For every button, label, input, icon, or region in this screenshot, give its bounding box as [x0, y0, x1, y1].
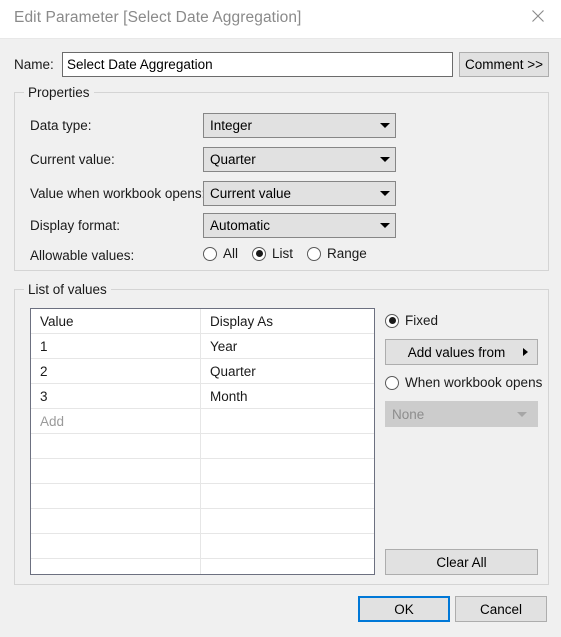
- chevron-down-icon: [375, 223, 395, 228]
- radio-allowable-list[interactable]: List: [252, 246, 293, 261]
- chevron-down-icon: [375, 123, 395, 128]
- chevron-down-icon: [517, 411, 527, 417]
- workbook-field-dropdown: None: [385, 401, 538, 427]
- ok-button[interactable]: OK: [358, 596, 450, 622]
- value-when-workbook-opens-dropdown[interactable]: Current value: [203, 181, 396, 206]
- table-empty-row[interactable]: [31, 534, 374, 559]
- display-format-value: Automatic: [210, 218, 271, 233]
- table-empty-row[interactable]: [31, 459, 374, 484]
- clear-all-button[interactable]: Clear All: [385, 549, 538, 575]
- add-values-from-label: Add values from: [407, 344, 506, 360]
- current-value-value: Quarter: [210, 152, 256, 167]
- cancel-button[interactable]: Cancel: [455, 596, 547, 622]
- radio-circle-selected-icon: [385, 313, 399, 328]
- data-type-dropdown[interactable]: Integer: [203, 113, 396, 138]
- radio-circle-selected-icon: [252, 246, 267, 261]
- cell-value[interactable]: 1: [40, 334, 195, 359]
- cell-display-as[interactable]: Quarter: [210, 359, 370, 384]
- chevron-down-icon: [375, 157, 395, 162]
- chevron-right-icon: [513, 348, 537, 356]
- data-type-label: Data type:: [30, 118, 92, 133]
- cell-display-as[interactable]: Month: [210, 384, 370, 409]
- display-format-label: Display format:: [30, 218, 121, 233]
- current-value-label: Current value:: [30, 152, 115, 167]
- value-when-workbook-opens-value: Current value: [210, 186, 292, 201]
- cell-value[interactable]: 2: [40, 359, 195, 384]
- table-add-row[interactable]: Add: [31, 409, 374, 434]
- add-values-from-button[interactable]: Add values from: [385, 339, 538, 365]
- current-value-dropdown[interactable]: Quarter: [203, 147, 396, 172]
- table-row[interactable]: 3 Month: [31, 384, 374, 409]
- table-empty-row[interactable]: [31, 559, 374, 574]
- add-row-placeholder[interactable]: Add: [40, 409, 195, 434]
- column-header-value: Value: [40, 314, 74, 329]
- name-input[interactable]: [62, 52, 453, 77]
- radio-allowable-range[interactable]: Range: [307, 246, 367, 261]
- radio-when-workbook-opens[interactable]: When workbook opens: [385, 375, 542, 390]
- table-empty-row[interactable]: [31, 434, 374, 459]
- radio-label-all: All: [223, 246, 239, 261]
- cell-value[interactable]: 3: [40, 384, 195, 409]
- table-row[interactable]: 1 Year: [31, 334, 374, 359]
- allowable-values-label: Allowable values:: [30, 248, 135, 263]
- edit-parameter-dialog: Edit Parameter [Select Date Aggregation]…: [0, 0, 561, 637]
- radio-allowable-all[interactable]: All: [203, 246, 238, 261]
- close-icon[interactable]: [515, 0, 561, 32]
- add-row-display-as[interactable]: [210, 409, 370, 434]
- radio-circle-icon: [203, 246, 217, 261]
- workbook-field-value: None: [392, 406, 425, 422]
- display-format-dropdown[interactable]: Automatic: [203, 213, 396, 238]
- table-empty-row[interactable]: [31, 484, 374, 509]
- table-row[interactable]: 2 Quarter: [31, 359, 374, 384]
- radio-circle-icon: [385, 375, 399, 390]
- name-label: Name:: [14, 57, 54, 72]
- properties-group-title: Properties: [24, 85, 94, 100]
- data-type-value: Integer: [210, 118, 253, 133]
- list-of-values-group-title: List of values: [24, 282, 111, 297]
- radio-label-when-workbook-opens: When workbook opens: [405, 375, 543, 390]
- value-when-workbook-opens-label: Value when workbook opens:: [30, 186, 206, 201]
- allowable-values-radio-group: All List Range: [203, 246, 381, 261]
- radio-circle-icon: [307, 246, 322, 261]
- dialog-title: Edit Parameter [Select Date Aggregation]: [14, 9, 302, 26]
- radio-label-range: Range: [327, 246, 367, 261]
- radio-label-list: List: [272, 246, 294, 261]
- chevron-down-icon: [375, 191, 395, 196]
- radio-label-fixed: Fixed: [405, 313, 439, 328]
- radio-fixed[interactable]: Fixed: [385, 313, 438, 328]
- comment-button[interactable]: Comment >>: [459, 52, 549, 77]
- table-header-row: Value Display As: [31, 309, 374, 334]
- cell-display-as[interactable]: Year: [210, 334, 370, 359]
- values-table[interactable]: Value Display As 1 Year 2 Quarter 3 Mont…: [30, 308, 375, 575]
- column-header-display-as: Display As: [210, 314, 274, 329]
- table-empty-row[interactable]: [31, 509, 374, 534]
- title-bar: Edit Parameter [Select Date Aggregation]: [0, 0, 561, 38]
